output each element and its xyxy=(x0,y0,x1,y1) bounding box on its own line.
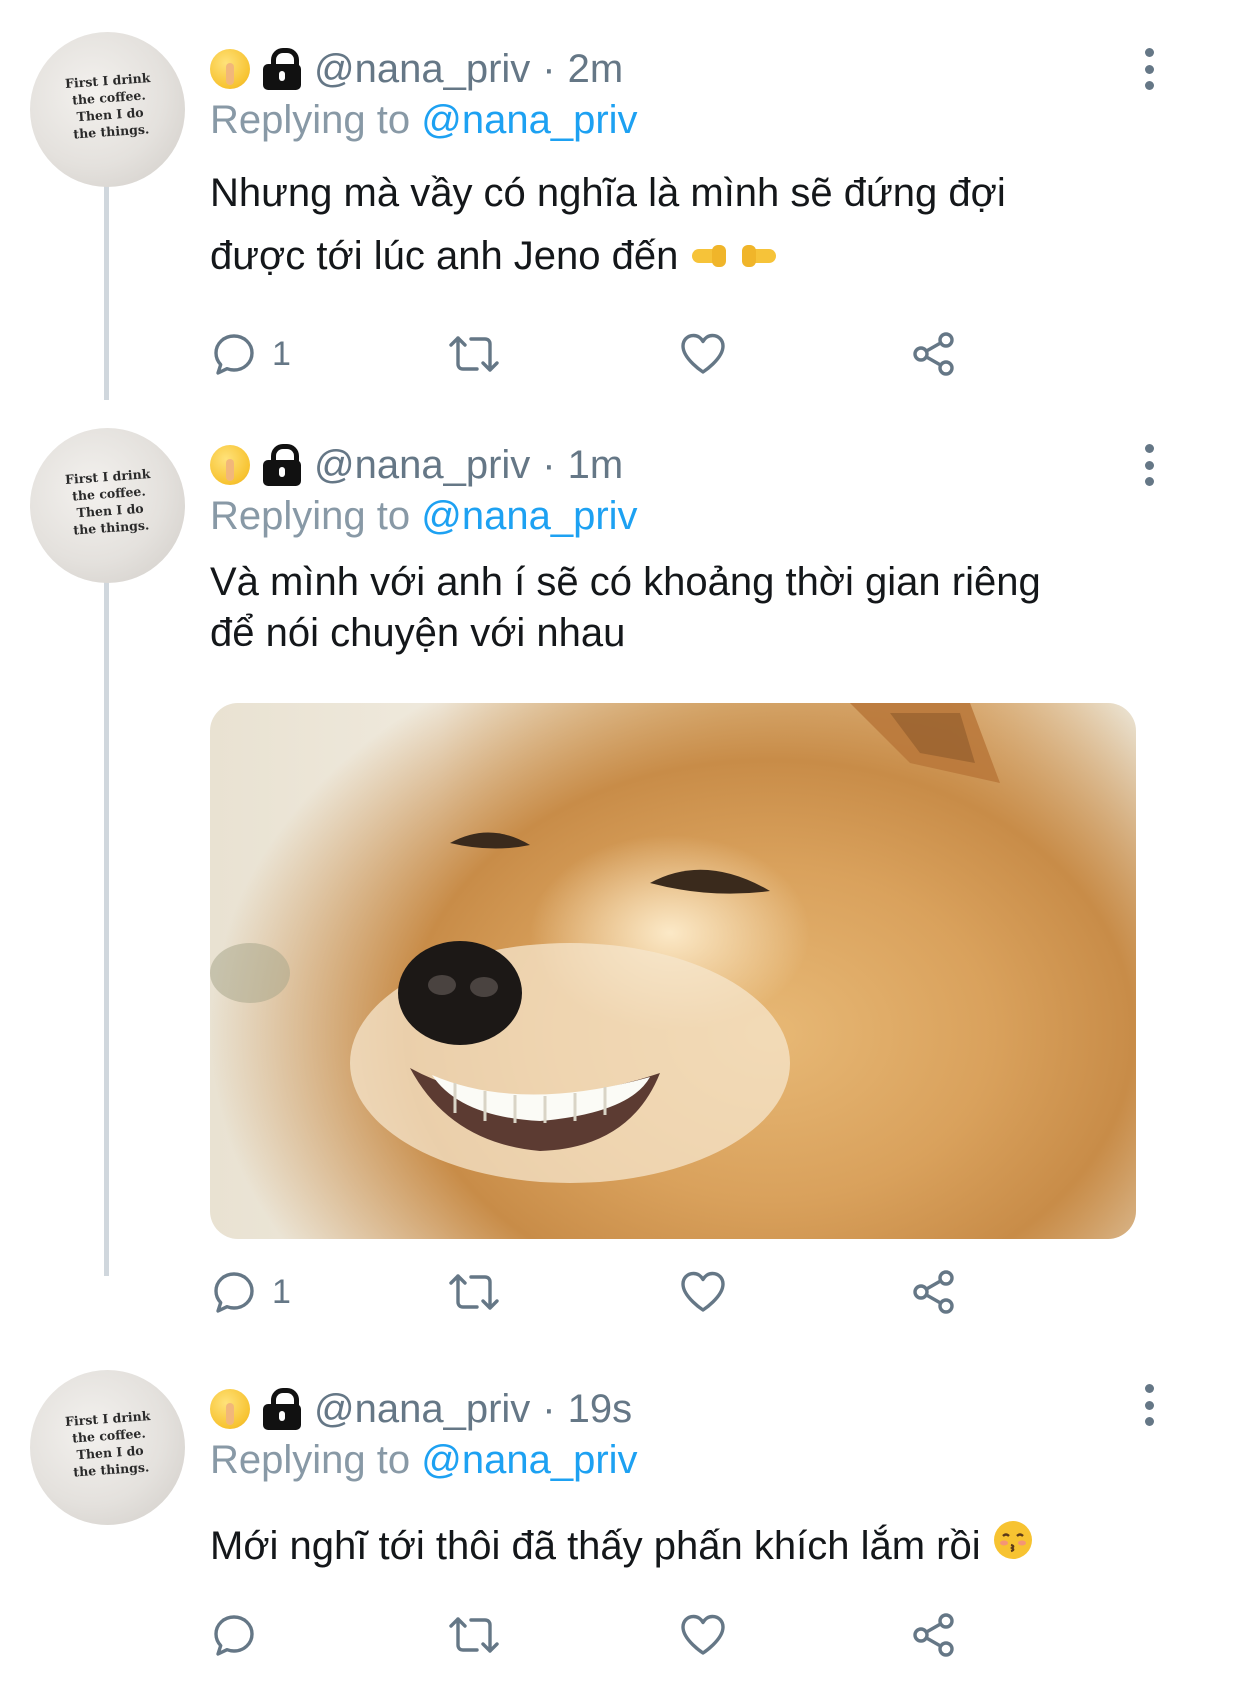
reply-button[interactable] xyxy=(210,1605,272,1665)
separator: · xyxy=(542,1386,556,1431)
text-line: Mới nghĩ tới thôi đã thấy phấn khích lắm… xyxy=(210,1524,981,1568)
replying-to: Replying to @nana_priv xyxy=(210,494,638,539)
share-button[interactable] xyxy=(910,1262,958,1322)
shushing-face-icon xyxy=(210,49,250,89)
text-line: Và mình với anh í sẽ có khoảng thời gian… xyxy=(210,560,1041,604)
tweet-header: @nana_priv · 19s xyxy=(210,1384,632,1434)
user-handle[interactable]: @nana_priv xyxy=(314,443,530,488)
like-icon xyxy=(681,1271,725,1312)
tweet-header: @nana_priv · 1m xyxy=(210,440,623,490)
lock-icon xyxy=(262,1388,302,1430)
smirking-shiba-dog-photo[interactable] xyxy=(210,703,1136,1239)
timestamp[interactable]: 19s xyxy=(568,1387,633,1432)
avatar[interactable]: First I drink the coffee. Then I do the … xyxy=(30,428,185,583)
separator: · xyxy=(542,46,556,91)
mention-link[interactable]: @nana_priv xyxy=(421,98,637,142)
replying-label: Replying to xyxy=(210,494,411,538)
tweet-text: Và mình với anh í sẽ có khoảng thời gian… xyxy=(210,557,1160,659)
text-line: Nhưng mà vầy có nghĩa là mình sẽ đứng đợ… xyxy=(210,171,1006,215)
share-button[interactable] xyxy=(910,1605,958,1665)
reply-icon xyxy=(214,334,254,375)
avatar[interactable]: First I drink the coffee. Then I do the … xyxy=(30,32,185,187)
shushing-face-icon xyxy=(210,445,250,485)
retweet-button[interactable] xyxy=(448,324,500,384)
more-options-icon[interactable] xyxy=(1142,444,1156,486)
reply-icon xyxy=(214,1272,254,1313)
user-handle[interactable]: @nana_priv xyxy=(314,1387,530,1432)
like-button[interactable] xyxy=(678,1262,728,1322)
timestamp[interactable]: 1m xyxy=(568,443,624,488)
pointing-fingers-icon xyxy=(690,227,780,290)
reply-count: 1 xyxy=(272,334,291,373)
retweet-button[interactable] xyxy=(448,1262,500,1322)
retweet-icon xyxy=(449,1274,499,1310)
text-line: được tới lúc anh Jeno đến xyxy=(210,234,679,278)
reply-button[interactable]: 1 xyxy=(210,1262,291,1322)
retweet-icon xyxy=(449,1617,499,1653)
avatar-text: First I drink the coffee. Then I do the … xyxy=(64,466,151,538)
more-options-icon[interactable] xyxy=(1142,1384,1156,1426)
replying-label: Replying to xyxy=(210,98,411,142)
text-line-with-emoji: được tới lúc anh Jeno đến xyxy=(210,225,1160,290)
separator: · xyxy=(542,442,556,487)
tweet[interactable]: First I drink the coffee. Then I do the … xyxy=(0,0,1242,400)
share-icon xyxy=(913,1270,954,1314)
replying-to: Replying to @nana_priv xyxy=(210,1438,638,1483)
share-icon xyxy=(913,332,954,376)
tweet-text: Nhưng mà vầy có nghĩa là mình sẽ đứng đợ… xyxy=(210,162,1160,290)
tweet-header: @nana_priv · 2m xyxy=(210,44,623,94)
retweet-icon xyxy=(449,336,499,372)
shushing-face-icon xyxy=(210,1389,250,1429)
retweet-button[interactable] xyxy=(448,1605,500,1665)
tweet-actions: 1 xyxy=(210,324,1010,384)
tweet-actions: 1 xyxy=(210,1262,1010,1322)
mention-link[interactable]: @nana_priv xyxy=(421,1438,637,1482)
more-options-icon[interactable] xyxy=(1142,48,1156,90)
reply-count: 1 xyxy=(272,1272,291,1311)
mention-link[interactable]: @nana_priv xyxy=(421,494,637,538)
timestamp[interactable]: 2m xyxy=(568,47,624,92)
avatar-text: First I drink the coffee. Then I do the … xyxy=(64,70,151,142)
thread-line xyxy=(104,548,109,1276)
lock-icon xyxy=(262,444,302,486)
reply-icon xyxy=(214,1615,254,1656)
replying-label: Replying to xyxy=(210,1438,411,1482)
share-button[interactable] xyxy=(910,324,958,384)
text-line: để nói chuyện với nhau xyxy=(210,611,626,655)
replying-to: Replying to @nana_priv xyxy=(210,98,638,143)
lock-icon xyxy=(262,48,302,90)
like-icon xyxy=(681,1614,725,1655)
tweet-text: Mới nghĩ tới thôi đã thấy phấn khích lắm… xyxy=(210,1515,1160,1580)
kissing-face-icon xyxy=(992,1517,1034,1580)
avatar[interactable]: First I drink the coffee. Then I do the … xyxy=(30,1370,185,1525)
user-handle[interactable]: @nana_priv xyxy=(314,47,530,92)
reply-button[interactable]: 1 xyxy=(210,324,291,384)
like-icon xyxy=(681,333,725,374)
like-button[interactable] xyxy=(678,1605,728,1665)
share-icon xyxy=(913,1613,954,1657)
tweet-actions xyxy=(210,1605,1010,1665)
like-button[interactable] xyxy=(678,324,728,384)
avatar-text: First I drink the coffee. Then I do the … xyxy=(64,1408,151,1480)
